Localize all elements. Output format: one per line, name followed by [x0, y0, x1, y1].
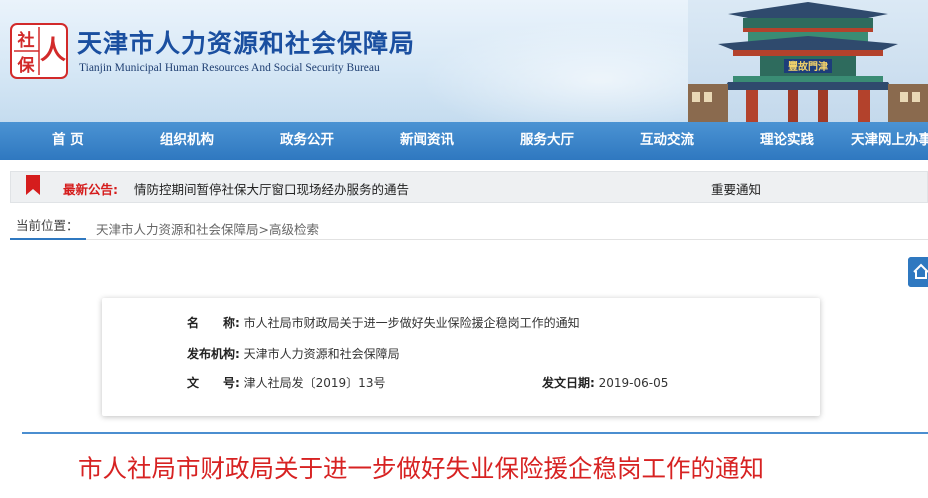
nav-item-interaction[interactable]: 互动交流	[640, 122, 694, 160]
field-number: 文 号: 津人社局发〔2019〕13号	[187, 374, 385, 391]
notice-label: 最新公告:	[63, 182, 118, 197]
field-name: 名 称: 市人社局市财政局关于进一步做好失业保险援企稳岗工作的通知	[187, 314, 580, 331]
field-name-value: 市人社局市财政局关于进一步做好失业保险援企稳岗工作的通知	[243, 316, 580, 330]
field-name-key: 名 称:	[187, 316, 240, 330]
site-title-en: Tianjin Municipal Human Resources And So…	[79, 62, 380, 74]
notice-bar: 最新公告: 情防控期间暂停社保大厅窗口现场经办服务的通告 重要通知	[10, 171, 928, 203]
breadcrumb-current[interactable]: >高级检索	[259, 222, 319, 237]
gate-illustration: 豐故門津	[688, 0, 928, 122]
breadcrumb-label: 当前位置：	[10, 215, 86, 240]
site-header: 人 社 保 天津市人力资源和社会保障局 Tianjin Municipal Hu…	[0, 0, 928, 122]
nav-item-online-service[interactable]: 天津网上办事	[851, 122, 928, 160]
nav-item-organization[interactable]: 组织机构	[160, 122, 214, 160]
field-org-key: 发布机构:	[187, 347, 240, 361]
breadcrumb-home-link[interactable]: 天津市人力资源和社会保障局	[96, 222, 259, 237]
document-info-box: 名 称: 市人社局市财政局关于进一步做好失业保险援企稳岗工作的通知 发布机构: …	[102, 298, 820, 416]
field-date-key: 发文日期:	[542, 376, 595, 390]
important-notice-link[interactable]: 重要通知	[711, 179, 761, 198]
logo-char-ren: 人	[40, 36, 66, 66]
bureau-logo[interactable]: 人 社 保	[10, 23, 68, 79]
main-nav: 首 页 组织机构 政务公开 新闻资讯 服务大厅 互动交流 理论实践 天津网上办事	[0, 122, 928, 160]
field-number-key: 文 号:	[187, 376, 240, 390]
logo-char-she: 社	[17, 30, 35, 51]
logo-char-bao: 保	[17, 55, 36, 76]
nav-item-theory-practice[interactable]: 理论实践	[760, 122, 814, 160]
field-org-value: 天津市人力资源和社会保障局	[243, 347, 400, 361]
nav-item-news[interactable]: 新闻资讯	[400, 122, 454, 160]
site-title[interactable]: 天津市人力资源和社会保障局	[77, 24, 415, 60]
nav-item-government-affairs[interactable]: 政务公开	[280, 122, 334, 160]
nav-item-service-hall[interactable]: 服务大厅	[520, 122, 574, 160]
notice-link[interactable]: 情防控期间暂停社保大厅窗口现场经办服务的通告	[134, 179, 409, 198]
field-date: 发文日期: 2019-06-05	[542, 374, 668, 391]
document-title: 市人社局市财政局关于进一步做好失业保险援企稳岗工作的通知	[78, 454, 764, 483]
page: 人 社 保 天津市人力资源和社会保障局 Tianjin Municipal Hu…	[0, 0, 928, 498]
home-icon[interactable]	[908, 257, 928, 287]
field-date-value: 2019-06-05	[598, 376, 669, 390]
crumb-links: 天津市人力资源和社会保障局>高级检索	[96, 219, 319, 238]
gate-plaque-text: 豐故門津	[788, 60, 828, 73]
nav-item-home[interactable]: 首 页	[52, 122, 84, 160]
flag-icon	[26, 175, 40, 195]
field-number-value: 津人社局发〔2019〕13号	[243, 376, 386, 390]
field-org: 发布机构: 天津市人力资源和社会保障局	[187, 345, 400, 362]
title-divider	[22, 432, 928, 434]
breadcrumb: 当前位置： 天津市人力资源和社会保障局>高级检索	[10, 215, 928, 240]
